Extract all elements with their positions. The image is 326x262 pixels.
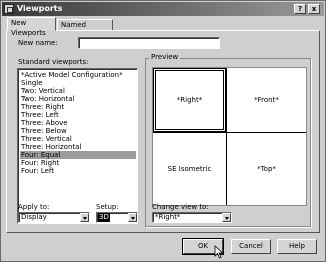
list-item[interactable]: *Active Model Configuration* (20, 71, 136, 79)
tab-new-viewports[interactable]: New Viewports (7, 17, 56, 37)
help-title-button[interactable]: ? (294, 4, 306, 14)
preview-canvas: *Right* *Front* SE Isometric *Top* (152, 67, 307, 206)
list-item[interactable]: Three: Above (20, 119, 136, 127)
list-item[interactable]: Four: Left (20, 167, 136, 175)
list-item[interactable]: Two: Horizontal (20, 95, 136, 103)
chevron-down-icon[interactable] (80, 213, 89, 222)
title-bar[interactable]: Viewports ? x (2, 2, 324, 16)
viewport-label: *Right* (176, 96, 203, 104)
chevron-down-icon[interactable] (222, 213, 231, 222)
viewport-label: *Front* (254, 96, 279, 104)
apply-to-value: Display (21, 213, 47, 221)
change-view-dropdown[interactable]: *Right* (152, 212, 232, 223)
preview-label: Preview (149, 53, 181, 62)
viewport-top-left[interactable]: *Right* (153, 68, 226, 132)
setup-value: 3D (98, 213, 110, 222)
viewport-label: SE Isometric (167, 165, 212, 173)
list-item[interactable]: Three: Right (20, 103, 136, 111)
help-button[interactable]: Help (277, 239, 317, 254)
viewport-label: *Top* (257, 165, 276, 173)
viewport-bottom-left[interactable]: SE Isometric (153, 133, 226, 205)
viewport-divider-vertical (226, 68, 227, 205)
viewport-top-right[interactable]: *Front* (227, 68, 306, 132)
list-item[interactable]: Three: Below (20, 127, 136, 135)
apply-to-dropdown[interactable]: Display (18, 212, 90, 223)
change-view-label: Change view to: (152, 203, 209, 211)
standard-viewports-label: Standard viewports: (18, 58, 89, 66)
new-name-label: New name: (18, 39, 58, 47)
cancel-button[interactable]: Cancel (231, 239, 271, 254)
setup-dropdown[interactable]: 3D (96, 212, 138, 223)
change-view-value: *Right* (155, 213, 181, 221)
list-item[interactable]: Four: Right (20, 159, 136, 167)
viewport-bottom-right[interactable]: *Top* (227, 133, 306, 205)
apply-to-label: Apply to: (18, 203, 50, 211)
list-item[interactable]: Three: Horizontal (20, 143, 136, 151)
chevron-down-icon[interactable] (128, 213, 137, 222)
new-name-field[interactable] (78, 37, 220, 49)
viewports-dialog: Viewports ? x New Viewports Named Viewpo… (0, 0, 326, 262)
list-item[interactable]: Three: Vertical (20, 135, 136, 143)
list-item[interactable]: Single (20, 79, 136, 87)
setup-label: Setup: (96, 203, 119, 211)
mouse-pointer-icon (214, 245, 224, 259)
list-item[interactable]: Two: Vertical (20, 87, 136, 95)
list-item[interactable]: Three: Left (20, 111, 136, 119)
viewports-icon (4, 4, 14, 14)
viewport-divider-horizontal (153, 132, 306, 133)
window-title: Viewports (17, 4, 63, 13)
close-button[interactable]: x (308, 4, 320, 14)
standard-viewports-list[interactable]: *Active Model Configuration* Single Two:… (17, 68, 138, 224)
list-item-selected[interactable]: Four: Equal (20, 151, 136, 159)
